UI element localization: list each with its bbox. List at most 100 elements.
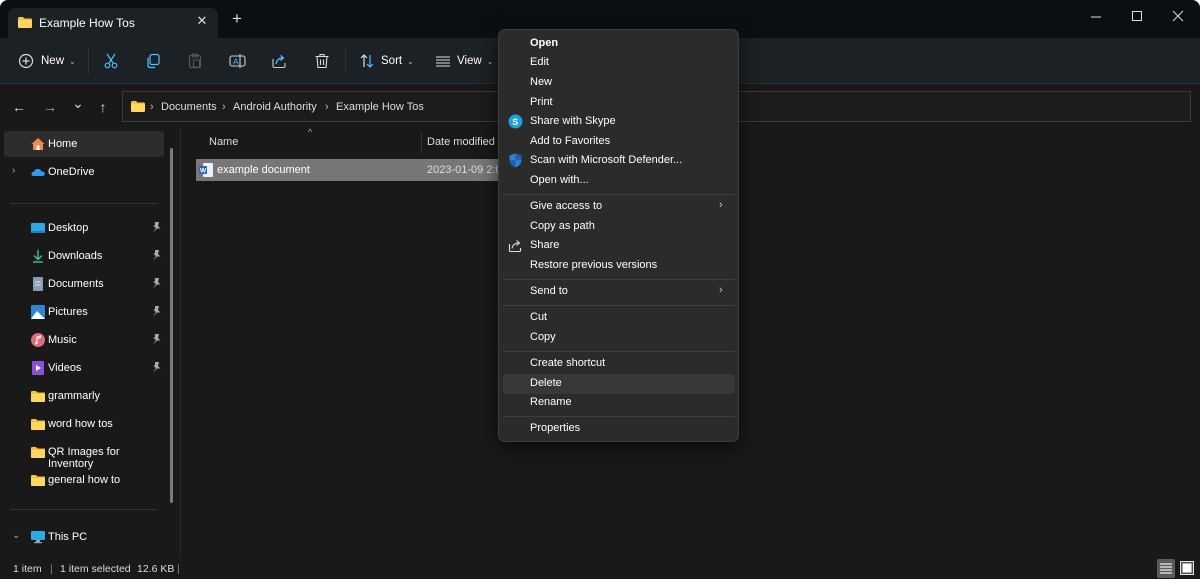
- sidebar-item-label: This PC: [48, 531, 88, 543]
- menu-item-scan-with-defender[interactable]: Scan with Microsoft Defender...: [503, 151, 735, 171]
- sidebar-item-videos[interactable]: Videos: [4, 355, 164, 381]
- share-button[interactable]: [271, 50, 287, 72]
- sidebar-item-label: Documents: [48, 278, 104, 290]
- tab-example-how-tos[interactable]: Example How Tos ✕: [8, 8, 218, 38]
- menu-item-copy[interactable]: Copy: [503, 328, 735, 348]
- sidebar-item-desktop[interactable]: Desktop: [4, 215, 164, 241]
- tiles-view-button[interactable]: [1179, 559, 1195, 576]
- defender-icon: [509, 153, 522, 168]
- column-header-name[interactable]: Name: [209, 136, 238, 148]
- status-separator: |: [177, 563, 180, 575]
- menu-item-open-with[interactable]: Open with...: [503, 171, 735, 191]
- tab-title: Example How Tos: [39, 16, 135, 30]
- toolbar-divider: [88, 48, 89, 74]
- up-button[interactable]: ↑: [95, 99, 111, 115]
- sidebar-item-grammarly[interactable]: grammarly: [4, 383, 164, 409]
- menu-separator: [503, 194, 735, 195]
- menu-item-share[interactable]: Share: [503, 236, 735, 256]
- pin-icon[interactable]: [152, 334, 161, 345]
- column-divider[interactable]: [421, 132, 422, 154]
- copy-button[interactable]: [145, 50, 161, 72]
- pin-icon[interactable]: [152, 250, 161, 261]
- onedrive-icon: [31, 168, 45, 176]
- sidebar-item-label: Home: [48, 138, 78, 150]
- menu-separator: [503, 279, 735, 280]
- pin-icon[interactable]: [152, 306, 161, 317]
- minimize-button[interactable]: [1079, 6, 1113, 26]
- menu-item-new[interactable]: New: [503, 73, 735, 93]
- menu-item-label: Add to Favorites: [530, 135, 611, 147]
- breadcrumb-example-how-tos[interactable]: Example How Tos: [336, 101, 424, 113]
- menu-item-print[interactable]: Print: [503, 93, 735, 113]
- folder-icon: [31, 475, 45, 486]
- menu-item-give-access-to[interactable]: Give access to ›: [503, 197, 735, 217]
- forward-button[interactable]: →: [42, 99, 58, 115]
- new-label: New: [41, 55, 65, 67]
- sidebar-item-documents[interactable]: Documents: [4, 271, 164, 297]
- sidebar-item-word-how-tos[interactable]: word how tos: [4, 411, 164, 437]
- menu-item-delete[interactable]: Delete: [503, 374, 735, 394]
- pin-icon[interactable]: [152, 278, 161, 289]
- back-button[interactable]: ←: [11, 99, 27, 115]
- sidebar-divider: [10, 509, 157, 510]
- sidebar-scrollbar[interactable]: [170, 148, 173, 503]
- menu-item-cut[interactable]: Cut: [503, 308, 735, 328]
- view-button[interactable]: View ⌄: [435, 50, 493, 72]
- sidebar-item-qr-images-for-inventory[interactable]: QR Images for Inventory: [4, 439, 164, 470]
- menu-item-rename[interactable]: Rename: [503, 393, 735, 413]
- maximize-icon: [1132, 11, 1142, 21]
- rename-button[interactable]: A: [229, 50, 246, 72]
- downloads-icon: [33, 250, 43, 263]
- sidebar-item-music[interactable]: Music: [4, 327, 164, 353]
- menu-item-copy-as-path[interactable]: Copy as path: [503, 217, 735, 237]
- close-button[interactable]: [1161, 6, 1195, 26]
- chevron-down-icon[interactable]: ⌄: [12, 530, 20, 541]
- sidebar-item-general-how-to[interactable]: general how to: [4, 467, 164, 493]
- sidebar-item-downloads[interactable]: Downloads: [4, 243, 164, 269]
- sidebar-item-home[interactable]: Home: [4, 131, 164, 157]
- menu-item-create-shortcut[interactable]: Create shortcut: [503, 354, 735, 374]
- pin-icon[interactable]: [152, 362, 161, 373]
- breadcrumb-separator[interactable]: ›: [325, 101, 329, 113]
- delete-button[interactable]: [314, 50, 330, 72]
- menu-item-open[interactable]: Open: [503, 34, 735, 54]
- menu-item-share-with-skype[interactable]: S Share with Skype: [503, 112, 735, 132]
- sidebar-item-label: Desktop: [48, 222, 89, 234]
- new-tab-button[interactable]: +: [232, 10, 242, 27]
- menu-item-send-to[interactable]: Send to ›: [503, 282, 735, 302]
- view-icon: [436, 56, 450, 67]
- column-header-date-modified[interactable]: Date modified: [427, 136, 495, 148]
- sidebar-item-label: grammarly: [48, 390, 100, 402]
- tab-close-icon[interactable]: ✕: [194, 13, 210, 29]
- cut-button[interactable]: [103, 50, 119, 72]
- new-button[interactable]: New ⌄: [18, 50, 76, 72]
- breadcrumb-documents[interactable]: Documents: [161, 101, 217, 113]
- menu-item-add-to-favorites[interactable]: Add to Favorites: [503, 132, 735, 152]
- paste-button[interactable]: [187, 50, 203, 72]
- sidebar-item-onedrive[interactable]: › OneDrive: [4, 159, 164, 185]
- sidebar-item-this-pc[interactable]: ⌄ This PC: [4, 524, 164, 550]
- skype-icon: S: [508, 114, 523, 129]
- sidebar-item-pictures[interactable]: Pictures: [4, 299, 164, 325]
- breadcrumb-android-authority[interactable]: Android Authority: [233, 101, 317, 113]
- menu-item-restore-previous-versions[interactable]: Restore previous versions: [503, 256, 735, 276]
- table-row[interactable]: W example document 2023-01-09 2:04: [196, 159, 516, 181]
- cut-icon: [104, 53, 118, 69]
- details-view-button[interactable]: [1157, 559, 1175, 578]
- rename-icon: A: [229, 54, 246, 68]
- recent-locations-button[interactable]: ⌄: [70, 95, 86, 111]
- toolbar-divider: [345, 48, 346, 74]
- breadcrumb-separator[interactable]: ›: [150, 101, 154, 113]
- chevron-right-icon[interactable]: ›: [12, 165, 15, 176]
- menu-item-edit[interactable]: Edit: [503, 53, 735, 73]
- maximize-button[interactable]: [1120, 6, 1154, 26]
- sidebar-item-label: Videos: [48, 362, 82, 374]
- music-icon: [31, 333, 45, 347]
- menu-item-label: Give access to: [530, 200, 603, 212]
- pin-icon[interactable]: [152, 222, 161, 233]
- menu-item-label: Edit: [530, 56, 549, 68]
- menu-item-properties[interactable]: Properties: [503, 419, 735, 439]
- sort-button[interactable]: Sort ⌄: [359, 50, 414, 72]
- breadcrumb-separator[interactable]: ›: [222, 101, 226, 113]
- copy-icon: [147, 53, 160, 69]
